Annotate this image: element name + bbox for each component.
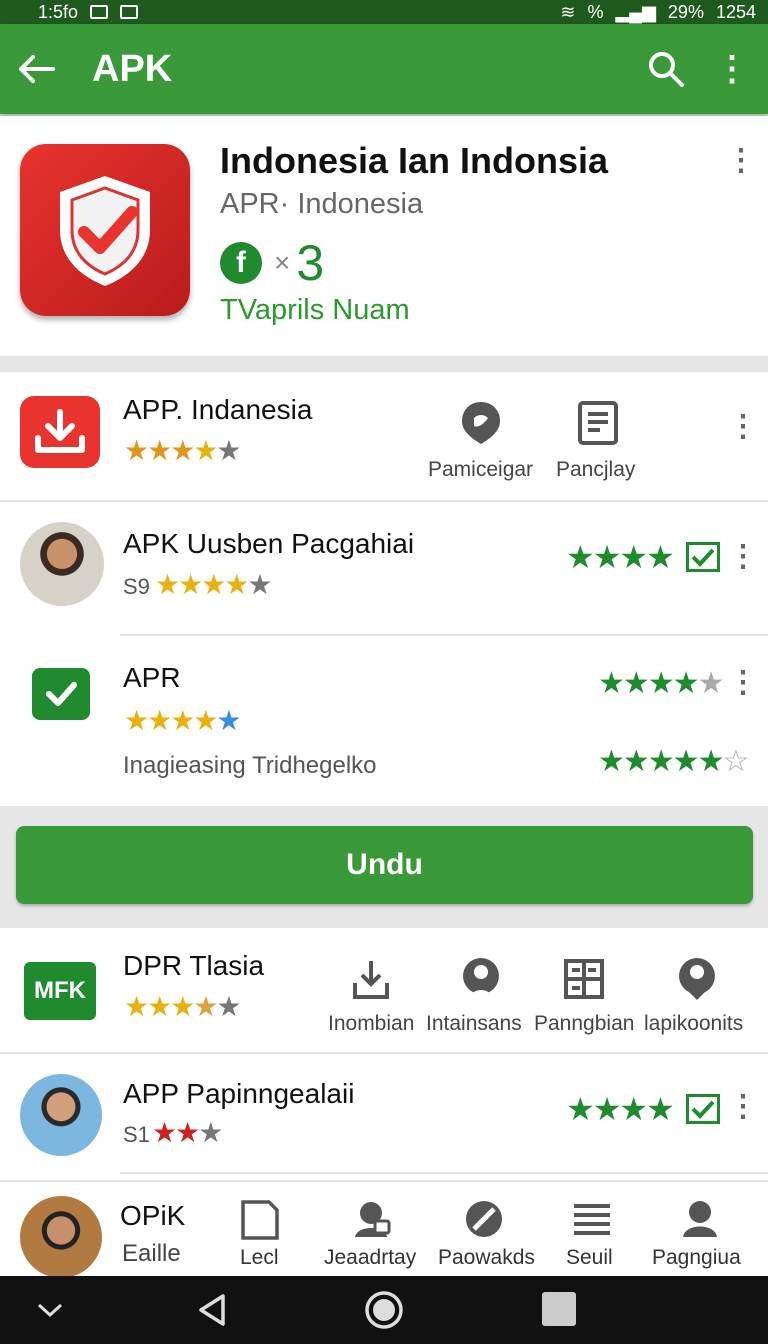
- facebook-badge-icon: f: [220, 242, 262, 284]
- action-label[interactable]: Intainsans: [426, 1012, 522, 1036]
- list-item-title[interactable]: APP Papinngealaii: [123, 1078, 354, 1110]
- note-icon[interactable]: [240, 1200, 280, 1240]
- rating-stars-green: ★★★★: [566, 539, 675, 575]
- back-arrow-icon[interactable]: [0, 24, 72, 114]
- collapse-chevron-icon[interactable]: [36, 1296, 64, 1324]
- action-label[interactable]: Panngbian: [534, 1012, 634, 1036]
- account-icon[interactable]: [680, 1198, 720, 1240]
- item-prefix: S1: [123, 1122, 150, 1147]
- item-more-icon[interactable]: ⋮: [728, 412, 758, 442]
- verified-check-icon: [686, 542, 720, 572]
- shield-check-app-icon: [20, 144, 190, 316]
- user-lock-icon[interactable]: [352, 1198, 392, 1240]
- status-bar: 1:5fo ≋ % ▂▄▆ 29% 1254: [0, 0, 768, 24]
- item-more-icon[interactable]: ⋮: [728, 542, 758, 572]
- hero-count: 3: [296, 235, 325, 291]
- app-tagline: TVaprils Nuam: [220, 294, 410, 326]
- action-label[interactable]: Pancjlay: [556, 458, 635, 482]
- divider: [0, 500, 768, 502]
- list-item-title[interactable]: DPR Tlasia: [123, 950, 264, 982]
- item-more-icon[interactable]: ⋮: [728, 668, 758, 698]
- app-title: Indonesia Ian Indonsia: [220, 140, 609, 181]
- nav-label[interactable]: Pagngiua: [652, 1246, 741, 1270]
- home-circle-icon[interactable]: [364, 1290, 404, 1330]
- signal-label: %: [587, 1, 604, 22]
- status-time: 1:5fo: [38, 1, 79, 22]
- battery-level: 29%: [667, 1, 704, 22]
- rating-stars: ★★★: [152, 1117, 223, 1148]
- person-icon[interactable]: [460, 956, 502, 1000]
- nav-label[interactable]: Jeaadrtay: [324, 1246, 416, 1270]
- chart-notification-icon: [120, 5, 139, 19]
- grid-icon[interactable]: [563, 958, 605, 1000]
- verified-check-icon: [686, 1094, 720, 1124]
- action-label[interactable]: lapikoonits: [644, 1012, 743, 1036]
- user-avatar[interactable]: [20, 1074, 102, 1156]
- rating-stars: ★★★★★: [124, 705, 242, 736]
- pin-icon[interactable]: [458, 400, 504, 446]
- status-extra: 1254: [715, 1, 756, 22]
- list-item-title[interactable]: APR: [123, 662, 181, 694]
- app-bar-title: APK: [92, 47, 173, 90]
- hero-rating: f × 3: [220, 234, 324, 292]
- document-icon[interactable]: [576, 400, 620, 446]
- item-prefix: S9: [123, 574, 150, 599]
- divider: [0, 1052, 768, 1054]
- wifi-icon: ≋: [560, 1, 576, 22]
- divider: [120, 1172, 768, 1174]
- rating-stars: ★★★★★: [155, 569, 273, 600]
- profile-avatar[interactable]: [20, 1196, 102, 1278]
- action-label[interactable]: Pamiceigar: [428, 458, 533, 482]
- rating-stars-green: ★★★★★: [598, 667, 724, 700]
- list-item-title[interactable]: APK Uusben Pacgahiai: [123, 528, 414, 560]
- recent-apps-square-icon[interactable]: [542, 1292, 576, 1326]
- image-notification-icon: [90, 5, 109, 19]
- person-pin-icon[interactable]: [676, 956, 718, 1000]
- nav-label[interactable]: Seuil: [566, 1246, 613, 1270]
- app-list-top: APP. Indanesia ★★★★★ Pamiceigar Pancjlay…: [0, 372, 768, 806]
- nav-label[interactable]: Paowakds: [438, 1246, 535, 1270]
- multiplier-sign: ×: [274, 247, 291, 278]
- divider: [120, 634, 768, 636]
- item-description: Inagieasing Tridhegelko: [123, 752, 377, 779]
- download-app-icon[interactable]: [20, 396, 100, 468]
- briefcase-check-icon[interactable]: [32, 668, 90, 720]
- signal-icon: ▂▄▆: [615, 1, 656, 22]
- nav-label[interactable]: Lecl: [240, 1246, 279, 1270]
- download-icon[interactable]: [350, 956, 392, 1002]
- profile-subtitle: Eaille: [122, 1240, 181, 1267]
- app-subtitle: APR· Indonesia: [220, 188, 424, 220]
- rating-stars-green: ★★★★★☆: [598, 745, 749, 778]
- action-label[interactable]: Inombian: [328, 1012, 414, 1036]
- profile-title[interactable]: OPiK: [120, 1200, 185, 1232]
- overflow-menu-icon[interactable]: ⋮: [696, 24, 768, 114]
- item-more-icon[interactable]: ⋮: [728, 1092, 758, 1122]
- list-icon[interactable]: [572, 1200, 612, 1240]
- rating-stars: ★★★★★: [124, 435, 242, 466]
- search-icon[interactable]: [636, 24, 696, 114]
- user-avatar[interactable]: [20, 522, 104, 606]
- download-button[interactable]: Undu: [16, 826, 753, 904]
- hero-more-icon[interactable]: ⋮: [726, 146, 756, 176]
- system-navigation-bar: [0, 1276, 768, 1344]
- app-bar: APK ⋮: [0, 24, 768, 114]
- list-item-title[interactable]: APP. Indanesia: [123, 394, 312, 426]
- back-triangle-icon[interactable]: [194, 1292, 230, 1328]
- rating-stars: ★★★★★: [124, 991, 242, 1022]
- bottom-navigation: OPiK Eaille Lecl Jeaadrtay Paowakds Seui…: [0, 1180, 768, 1278]
- blocked-icon[interactable]: [464, 1198, 504, 1240]
- app-header-card: Indonesia Ian Indonsia APR· Indonesia f …: [0, 116, 768, 356]
- rating-stars-green: ★★★★: [566, 1091, 675, 1127]
- mfk-badge-icon[interactable]: MFK: [24, 962, 96, 1020]
